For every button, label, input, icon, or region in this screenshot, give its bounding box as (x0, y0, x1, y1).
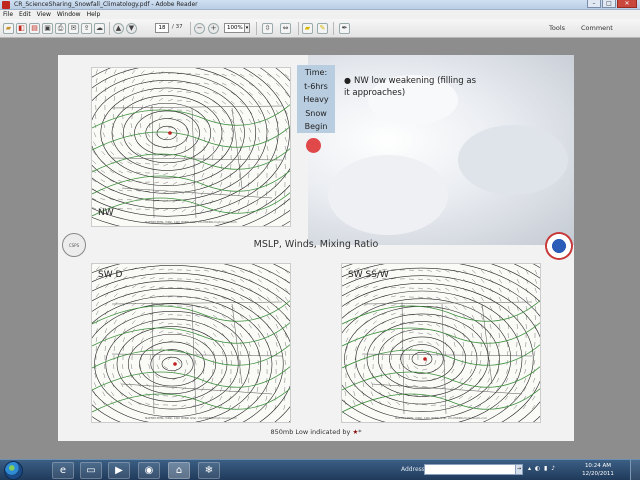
page-total: / 37 (172, 24, 183, 30)
print-icon[interactable]: ⎙ (55, 23, 66, 34)
map-label: NW (98, 208, 114, 218)
menu-help[interactable]: Help (87, 10, 101, 19)
previous-page-icon[interactable]: ▲ (113, 23, 124, 34)
menu-bar: File Edit View Window Help (0, 10, 640, 19)
address-input[interactable] (424, 464, 516, 475)
footer-label: 850mb Low indicated by ★* (58, 428, 574, 436)
nws-logo (545, 232, 573, 260)
window-controls: – □ ✕ (587, 0, 637, 9)
map-label: SW SS/W (348, 270, 389, 280)
minimize-button[interactable]: – (587, 0, 601, 8)
zoom-out-icon[interactable]: − (194, 23, 205, 34)
clock-date: 12/20/2011 (582, 471, 614, 477)
pdf-page: NW NAEMM PMSL (hPa), 10m WIND (kts), 2m … (58, 55, 574, 441)
adobe-reader-taskbar-icon[interactable]: ⌂ (168, 462, 190, 479)
title-bar: CR_ScienceSharing_Snowfall_Climatology.p… (0, 0, 640, 10)
folder-icon[interactable]: ▭ (80, 462, 102, 479)
bullet-point: ● NW low weakening (filling as it approac… (344, 75, 484, 99)
time-box: Time: t-6hrs Heavy Snow Begin (297, 65, 335, 133)
time-box-line: Begin (304, 122, 328, 131)
document-area[interactable]: NW NAEMM PMSL (hPa), 10m WIND (kts), 2m … (0, 38, 640, 459)
share-icon[interactable]: ⇪ (81, 23, 92, 34)
clock[interactable]: 10:24 AM 12/20/2011 (573, 462, 623, 478)
zoom-dropdown-chevron-down-icon[interactable]: ▾ (244, 23, 250, 33)
combine-icon[interactable]: ▤ (29, 23, 40, 34)
cloud-icon[interactable]: ☁ (94, 23, 105, 34)
map-caption: NAEMM PMSL (hPa), 10m WIND (kts), 2m MIX… (145, 416, 237, 420)
highlight-icon[interactable]: ✎ (317, 23, 328, 34)
firefox-icon[interactable]: ◉ (138, 462, 160, 479)
create-pdf-icon[interactable]: ◧ (16, 23, 27, 34)
go-arrow-icon[interactable]: → (515, 464, 523, 475)
internet-explorer-icon[interactable]: e (52, 462, 74, 479)
footer-tail: * (358, 428, 362, 436)
snowflake-app-icon[interactable]: ❄ (198, 462, 220, 479)
map-caption: NAEMM PMSL (hPa), 10m WIND (kts), 2m MIX… (145, 220, 237, 224)
map-caption: NAEMM PMSL (hPa), 10m WIND (kts), 2m MIX… (395, 416, 487, 420)
time-box-line: Snow (305, 108, 327, 118)
email-icon[interactable]: ✉ (68, 23, 79, 34)
map-label: SW D (98, 270, 123, 280)
page-number-input[interactable]: 18 (155, 23, 169, 33)
start-button[interactable] (4, 461, 23, 480)
comment-button[interactable]: Comment (581, 24, 613, 32)
map-nw: NW NAEMM PMSL (hPa), 10m WIND (kts), 2m … (91, 67, 291, 227)
time-box-line: Heavy (303, 95, 329, 104)
taskbar: e ▭ ▶ ◉ ⌂ ❄ Address → ▴ ◐ ▮ ♪ 10:24 AM 1… (0, 459, 640, 480)
toolbar: ▰ ◧ ▤ ▣ ⎙ ✉ ⇪ ☁ ▲ ▼ 18 / 37 − + 100% ▾ ⇳… (0, 19, 640, 38)
fit-width-icon[interactable]: ⇔ (280, 23, 291, 34)
zoom-in-icon[interactable]: + (208, 23, 219, 34)
address-label: Address (401, 466, 425, 473)
map-sw-ssw: SW SS/W NAEMM PMSL (hPa), 10m WIND (kts)… (341, 263, 541, 423)
menu-file[interactable]: File (3, 10, 13, 19)
window-title: CR_ScienceSharing_Snowfall_Climatology.p… (14, 1, 198, 8)
map-sw-d: SW D NAEMM PMSL (hPa), 10m WIND (kts), 2… (91, 263, 291, 423)
adobe-reader-icon (2, 1, 10, 9)
next-page-icon[interactable]: ▼ (126, 23, 137, 34)
time-box-line: t-6hrs (304, 81, 328, 91)
show-desktop-button[interactable] (630, 460, 640, 480)
tools-button[interactable]: Tools (549, 24, 565, 32)
time-box-line: Time: (304, 68, 328, 77)
close-button[interactable]: ✕ (617, 0, 637, 8)
bullet-text: NW low weakening (filling as it approach… (344, 76, 477, 98)
maximize-button[interactable]: □ (602, 0, 616, 8)
sticky-note-icon[interactable]: ▰ (302, 23, 313, 34)
clock-time: 10:24 AM (584, 463, 612, 469)
middle-label: MSLP, Winds, Mixing Ratio (253, 239, 379, 250)
fit-page-icon[interactable]: ⇳ (262, 23, 273, 34)
menu-window[interactable]: Window (57, 10, 81, 19)
footer-text: 850mb Low indicated by (270, 428, 351, 436)
bullet-icon: ● (344, 76, 351, 85)
menu-edit[interactable]: Edit (19, 10, 31, 19)
media-player-icon[interactable]: ▶ (108, 462, 130, 479)
open-icon[interactable]: ▰ (3, 23, 14, 34)
zoom-input[interactable]: 100% (224, 23, 246, 33)
red-dot (306, 138, 321, 153)
sign-icon[interactable]: ✒ (339, 23, 350, 34)
save-icon[interactable]: ▣ (42, 23, 53, 34)
system-tray[interactable]: ▴ ◐ ▮ ♪ (528, 465, 556, 472)
menu-view[interactable]: View (37, 10, 51, 19)
